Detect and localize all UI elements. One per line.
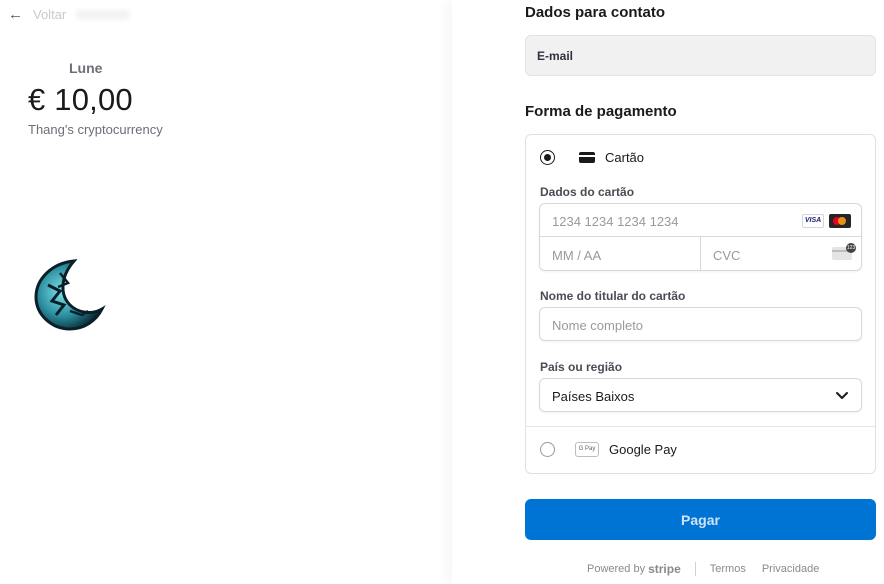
google-pay-radio[interactable] (540, 442, 555, 457)
mastercard-icon (829, 214, 851, 228)
cvc-placeholder: CVC (713, 248, 741, 263)
visa-icon: VISA (802, 214, 824, 228)
powered-by-text: Powered by (587, 563, 646, 575)
card-method-label: Cartão (605, 150, 645, 165)
payment-method-card[interactable]: Cartão (540, 150, 644, 165)
cvc-input[interactable]: CVC 123 (701, 237, 861, 270)
payment-method-google-pay[interactable]: G Pay Google Pay (540, 442, 677, 457)
privacy-link[interactable]: Privacidade (762, 563, 819, 575)
cvc-card-icon: 123 (832, 243, 856, 260)
payment-method-box: Cartão Dados do cartão 1234 1234 1234 12… (525, 134, 876, 474)
email-field[interactable]: E-mail (525, 35, 876, 76)
country-label: País ou região (540, 360, 623, 374)
product-summary-panel: ← Voltar Lune € 10,00 Thang's cryptocurr… (0, 0, 452, 584)
footer: Powered by stripe Termos Privacidade (587, 562, 819, 576)
contact-section-title: Dados para contato (525, 4, 666, 21)
product-name: Lune (69, 60, 103, 76)
google-pay-label: Google Pay (609, 442, 677, 457)
card-radio[interactable] (540, 150, 555, 165)
pay-button[interactable]: Pagar (525, 499, 876, 540)
credit-card-icon (579, 152, 595, 163)
cardholder-placeholder: Nome completo (552, 318, 644, 333)
card-details-group: 1234 1234 1234 1234 VISA MM / AA CVC 123 (539, 203, 862, 271)
google-pay-icon: G Pay (575, 442, 599, 457)
product-price: € 10,00 (28, 82, 133, 117)
expiry-input[interactable]: MM / AA (540, 237, 701, 270)
back-label: Voltar (33, 7, 67, 22)
terms-link[interactable]: Termos (710, 563, 746, 575)
email-label: E-mail (537, 48, 574, 63)
country-value: Países Baixos (552, 389, 635, 404)
cardholder-name-input[interactable]: Nome completo (539, 307, 862, 341)
stripe-logo[interactable]: stripe (648, 562, 681, 576)
chevron-down-icon (836, 392, 848, 399)
crescent-moon-logo (34, 259, 106, 331)
arrow-left-icon: ← (8, 6, 23, 23)
cardholder-label: Nome do titular do cartão (540, 289, 686, 303)
product-description: Thang's cryptocurrency (28, 122, 163, 137)
expiry-placeholder: MM / AA (552, 248, 602, 263)
card-number-input[interactable]: 1234 1234 1234 1234 VISA (540, 204, 861, 237)
footer-separator (694, 562, 696, 576)
country-select[interactable]: Países Baixos (539, 378, 862, 412)
card-details-label: Dados do cartão (540, 185, 635, 199)
payment-section-title: Forma de pagamento (525, 103, 677, 120)
back-link[interactable]: ← Voltar (8, 6, 131, 24)
business-name-placeholder (76, 10, 131, 20)
card-number-placeholder: 1234 1234 1234 1234 (552, 214, 679, 229)
method-divider (526, 426, 875, 427)
